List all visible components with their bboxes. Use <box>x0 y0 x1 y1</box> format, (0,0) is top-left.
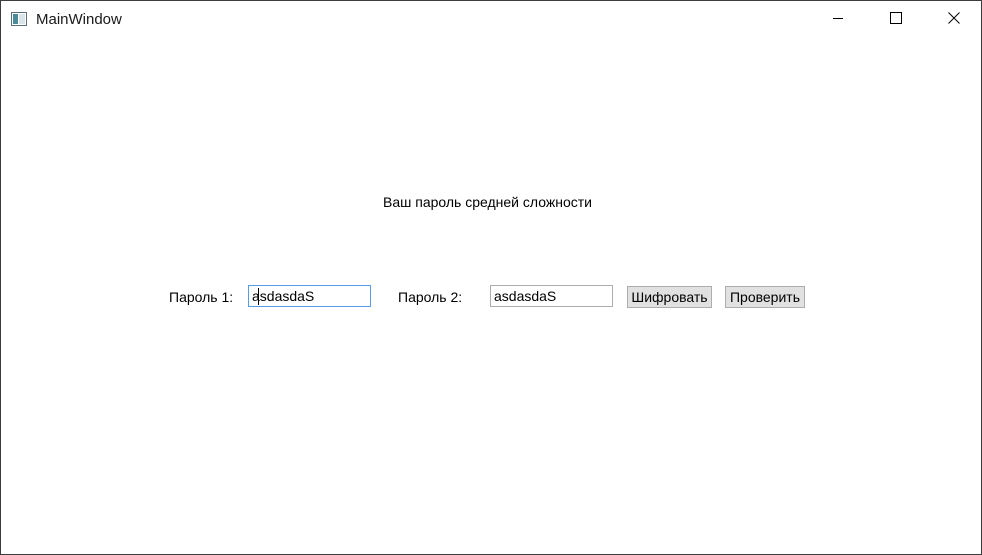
password-strength-label: Ваш пароль средней сложности <box>383 194 592 210</box>
check-button[interactable]: Проверить <box>725 286 805 308</box>
window-title: MainWindow <box>36 11 122 28</box>
close-button[interactable] <box>925 1 982 39</box>
window-app-icon[interactable] <box>11 12 27 26</box>
minimize-button[interactable] <box>809 1 867 39</box>
text-caret <box>258 288 259 305</box>
password1-label: Пароль 1: <box>169 289 234 305</box>
password2-label: Пароль 2: <box>398 289 463 305</box>
main-window: MainWindow Ваш пароль средней сложности … <box>0 0 982 555</box>
password2-input[interactable] <box>490 285 613 307</box>
close-icon <box>948 11 960 29</box>
title-bar[interactable]: MainWindow <box>1 1 981 39</box>
encrypt-button[interactable]: Шифровать <box>627 286 712 308</box>
maximize-icon <box>890 11 902 29</box>
minimize-icon <box>832 11 844 29</box>
password1-input[interactable] <box>248 285 371 307</box>
maximize-button[interactable] <box>867 1 925 39</box>
